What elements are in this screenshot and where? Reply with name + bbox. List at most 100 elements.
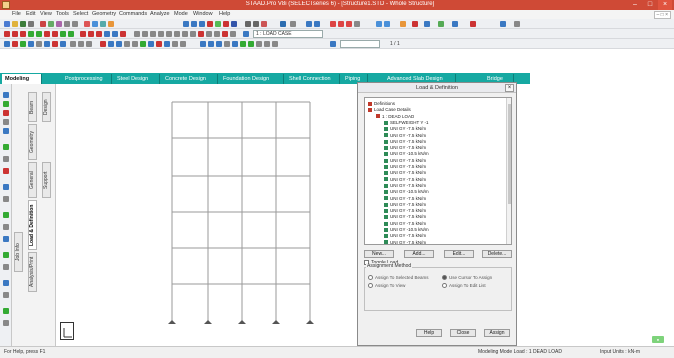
mode-icon[interactable] [200, 41, 206, 47]
polygon-cursor-icon[interactable] [78, 41, 84, 47]
measure-icon[interactable] [132, 41, 138, 47]
radio-cursor-assign[interactable]: Use Cursor To Assign [442, 275, 492, 281]
solid-cursor-2-icon[interactable] [36, 41, 42, 47]
vtab-design[interactable]: Design [42, 92, 51, 122]
table-icon[interactable] [224, 41, 230, 47]
menu-help[interactable]: Help [219, 11, 230, 17]
select-tool-icon[interactable] [3, 92, 9, 98]
snap-tool-icon[interactable] [3, 101, 9, 107]
open-file-icon[interactable] [12, 21, 18, 27]
scale-icon[interactable] [261, 21, 267, 27]
load-query-icon[interactable] [172, 41, 178, 47]
fill-icon[interactable] [116, 41, 122, 47]
graphics-icon[interactable] [208, 41, 214, 47]
dialog-close-button[interactable]: × [505, 84, 514, 92]
display-tool-icon[interactable] [3, 156, 9, 162]
grid-icon[interactable] [306, 21, 312, 27]
rotate-icon[interactable] [215, 21, 221, 27]
material-icon[interactable] [400, 21, 406, 27]
zoom-all-icon[interactable] [166, 31, 172, 37]
animation-icon[interactable] [240, 41, 246, 47]
vtab-job-info[interactable]: Job Info [14, 232, 23, 272]
view-iso-icon[interactable] [207, 21, 213, 27]
pan-icon[interactable] [158, 31, 164, 37]
connect-icon[interactable] [112, 31, 118, 37]
line-cursor-icon[interactable] [70, 41, 76, 47]
print-icon[interactable] [28, 21, 34, 27]
properties-icon[interactable] [232, 41, 238, 47]
plate-cursor-2-icon[interactable] [20, 41, 26, 47]
load-icon[interactable] [424, 21, 430, 27]
new-button[interactable]: New... [364, 250, 394, 258]
beam-cursor-2-icon[interactable] [4, 41, 10, 47]
cut-section-icon[interactable] [3, 168, 9, 174]
maximize-button[interactable]: □ [643, 0, 657, 10]
merge-icon[interactable] [88, 31, 94, 37]
add-node-icon[interactable] [12, 31, 18, 37]
tab-shell-connection[interactable]: Shell Connection [286, 74, 340, 84]
add-beam-icon[interactable] [4, 31, 10, 37]
vtab-general[interactable]: General [28, 162, 37, 198]
menu-edit[interactable]: Edit [26, 11, 35, 17]
close-button[interactable]: Close [450, 329, 476, 337]
support-query-icon[interactable] [180, 41, 186, 47]
zoom-previous-icon[interactable] [174, 31, 180, 37]
circular-repeat-icon[interactable] [36, 31, 42, 37]
intersect-icon[interactable] [96, 31, 102, 37]
report-setup-icon[interactable] [248, 41, 254, 47]
property-tool-icon[interactable] [3, 280, 9, 286]
menu-view[interactable]: View [40, 11, 52, 17]
view-top-icon[interactable] [199, 21, 205, 27]
view-front-icon[interactable] [183, 21, 189, 27]
group-cursor-icon[interactable] [60, 41, 66, 47]
menu-geometry[interactable]: Geometry [92, 11, 116, 17]
menu-analyze[interactable]: Analyze [150, 11, 170, 17]
radio-assign-view[interactable]: Assign To View [368, 283, 405, 289]
toolbar-extra-icon[interactable] [514, 21, 520, 27]
beam-tool-icon[interactable] [3, 110, 9, 116]
menu-window[interactable]: Window [193, 11, 213, 17]
plate-cursor-icon[interactable] [346, 21, 352, 27]
select-beams-icon[interactable] [198, 31, 204, 37]
vtab-beam[interactable]: Beam [28, 92, 37, 122]
tab-steel-design[interactable]: Steel Design [114, 74, 160, 84]
tab-foundation-design[interactable]: Foundation Design [220, 74, 284, 84]
rotate-down-icon[interactable] [231, 21, 237, 27]
delete-button[interactable]: Delete... [482, 250, 512, 258]
zoom-window-icon[interactable] [150, 31, 156, 37]
help-icon[interactable] [108, 21, 114, 27]
select-nodes-icon[interactable] [206, 31, 212, 37]
view-icon[interactable] [452, 21, 458, 27]
text-cursor-icon[interactable] [86, 41, 92, 47]
zoom-out-icon[interactable] [142, 31, 148, 37]
move-icon[interactable] [60, 31, 66, 37]
tree-scrollbar[interactable] [506, 98, 511, 244]
redo-icon[interactable] [72, 21, 78, 27]
export-icon[interactable] [264, 41, 270, 47]
select-plates-icon[interactable] [214, 31, 220, 37]
tab-postprocessing[interactable]: Postprocessing [62, 74, 112, 84]
query-tool-icon[interactable] [3, 236, 9, 242]
print-preview-icon[interactable] [256, 41, 262, 47]
settings-icon[interactable] [290, 21, 296, 27]
run-analysis-icon[interactable] [84, 21, 90, 27]
display-icon[interactable] [245, 21, 251, 27]
dimension-icon[interactable] [124, 41, 130, 47]
vtab-analysis-print[interactable]: Analysis/Print [28, 252, 37, 292]
undo-icon[interactable] [64, 21, 70, 27]
renumber-icon[interactable] [104, 31, 110, 37]
delete-icon[interactable] [120, 31, 126, 37]
window-tile-icon[interactable] [500, 21, 506, 27]
picture-icon[interactable] [272, 41, 278, 47]
page-nav-icon[interactable] [330, 41, 336, 47]
labels-icon[interactable] [253, 21, 259, 27]
tree-item[interactable]: UNI GY -7.5 kN/m [384, 239, 426, 244]
minimize-button[interactable]: – [628, 0, 642, 10]
save-icon[interactable] [20, 21, 26, 27]
editor-icon[interactable] [216, 41, 222, 47]
info-icon[interactable] [280, 21, 286, 27]
vtab-geometry[interactable]: Geometry [28, 124, 37, 160]
rotate-tool-icon[interactable] [3, 196, 9, 202]
menu-select[interactable]: Select [73, 11, 88, 17]
view-side-icon[interactable] [191, 21, 197, 27]
